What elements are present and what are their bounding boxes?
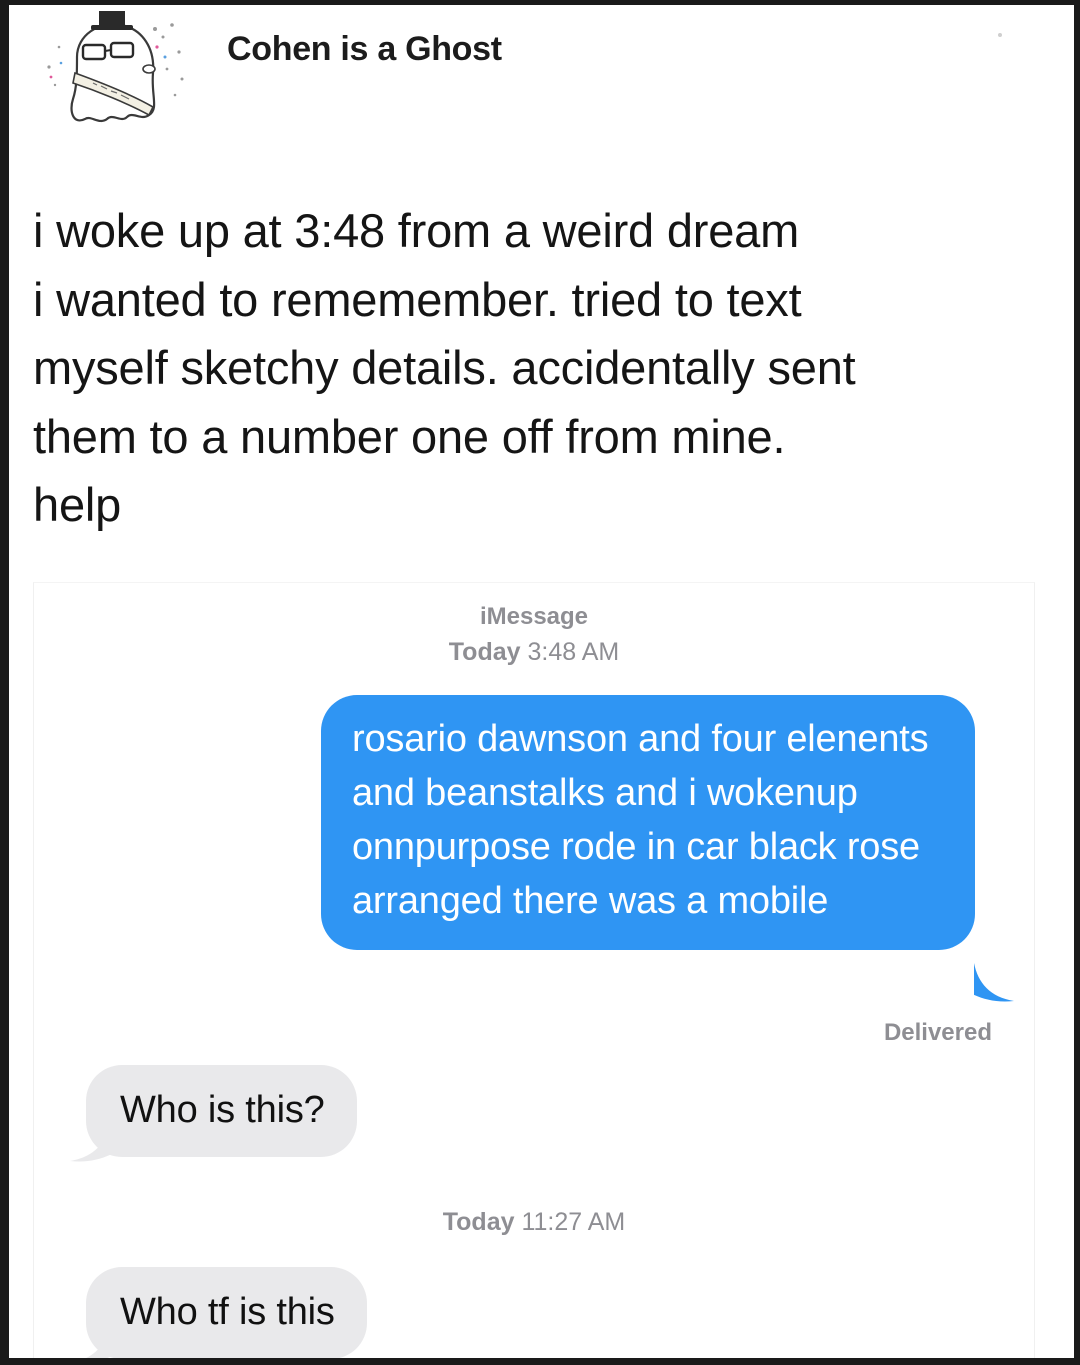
timestamp-2-day: Today [442, 1208, 515, 1236]
post-text: i woke up at 3:48 from a weird dream i w… [33, 204, 856, 531]
more-options-icon[interactable] [998, 33, 1002, 37]
timestamp-1-day: Today [448, 638, 521, 666]
post-username[interactable]: Cohen is a Ghost [227, 30, 502, 69]
service-label: iMessage [479, 603, 589, 630]
delivered-status: Delivered [883, 1019, 992, 1046]
imessage-screenshot: iMessage Today 3:48 AM rosario dawnson a… [33, 582, 1035, 1358]
post-header: Cohen is a Ghost [9, 5, 1074, 145]
received-bubble-tail-icon [70, 1123, 110, 1162]
ghost-avatar-icon[interactable] [37, 7, 197, 137]
timestamp-1-time: 3:48 AM [527, 638, 620, 666]
sent-bubble-tail-icon [974, 963, 1014, 1002]
received-bubble-tail-icon [86, 1325, 110, 1358]
timestamp-1: Today 3:48 AM [34, 638, 1034, 667]
timestamp-2-time: 11:27 AM [521, 1208, 626, 1236]
received-message-bubble[interactable]: Who is this? [86, 1065, 357, 1157]
sent-message-bubble[interactable]: rosario dawnson and four elenents and be… [321, 695, 975, 950]
received-message-bubble[interactable]: Who tf is this [86, 1267, 367, 1358]
timestamp-2: Today 11:27 AM [34, 1208, 1034, 1237]
post-frame: Cohen is a Ghost i woke up at 3:48 from … [9, 5, 1074, 1358]
